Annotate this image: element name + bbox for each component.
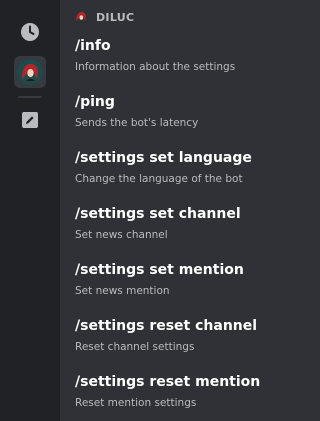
command-description: Reset mention settings xyxy=(75,397,197,409)
recent-commands-button[interactable] xyxy=(14,16,46,48)
command-item-ping[interactable]: /ping Sends the bot's latency xyxy=(60,94,302,146)
command-item-settings-set-channel[interactable]: /settings set channel Set news channel xyxy=(60,206,302,258)
command-description: Information about the settings xyxy=(75,61,236,73)
command-description: Set news mention xyxy=(75,285,170,297)
clock-icon xyxy=(21,23,39,41)
command-name: /ping xyxy=(75,94,115,110)
app-name: DILUC xyxy=(96,10,135,24)
bot-avatar-icon xyxy=(17,59,43,85)
command-item-settings-set-language[interactable]: /settings set language Change the langua… xyxy=(60,150,302,202)
bot-app-button[interactable] xyxy=(14,56,46,88)
command-item-settings-set-mention[interactable]: /settings set mention Set news mention xyxy=(60,262,302,314)
rail-divider xyxy=(18,96,42,98)
command-description: Reset channel settings xyxy=(75,341,195,353)
slash-command-picker: DILUC /info Information about the settin… xyxy=(0,0,302,421)
command-name: /settings reset channel xyxy=(75,318,258,334)
pencil-icon xyxy=(22,112,38,128)
command-description: Change the language of the bot xyxy=(75,173,243,185)
bot-avatar-icon xyxy=(76,11,86,21)
command-name: /settings reset mention xyxy=(75,374,261,390)
command-description: Set news channel xyxy=(75,229,168,241)
app-header: DILUC xyxy=(74,9,134,25)
bot-small-avatar xyxy=(74,10,88,24)
command-item-settings-reset-mention[interactable]: /settings reset mention Reset mention se… xyxy=(60,374,302,421)
category-rail xyxy=(0,0,60,421)
command-list-panel: DILUC /info Information about the settin… xyxy=(60,0,302,421)
command-name: /settings set mention xyxy=(75,262,244,278)
command-name: /info xyxy=(75,38,111,54)
command-item-settings-reset-channel[interactable]: /settings reset channel Reset channel se… xyxy=(60,318,302,370)
command-name: /settings set language xyxy=(75,150,252,166)
command-name: /settings set channel xyxy=(75,206,241,222)
command-item-info[interactable]: /info Information about the settings xyxy=(60,38,302,90)
edit-button[interactable] xyxy=(14,104,46,136)
command-description: Sends the bot's latency xyxy=(75,117,199,129)
